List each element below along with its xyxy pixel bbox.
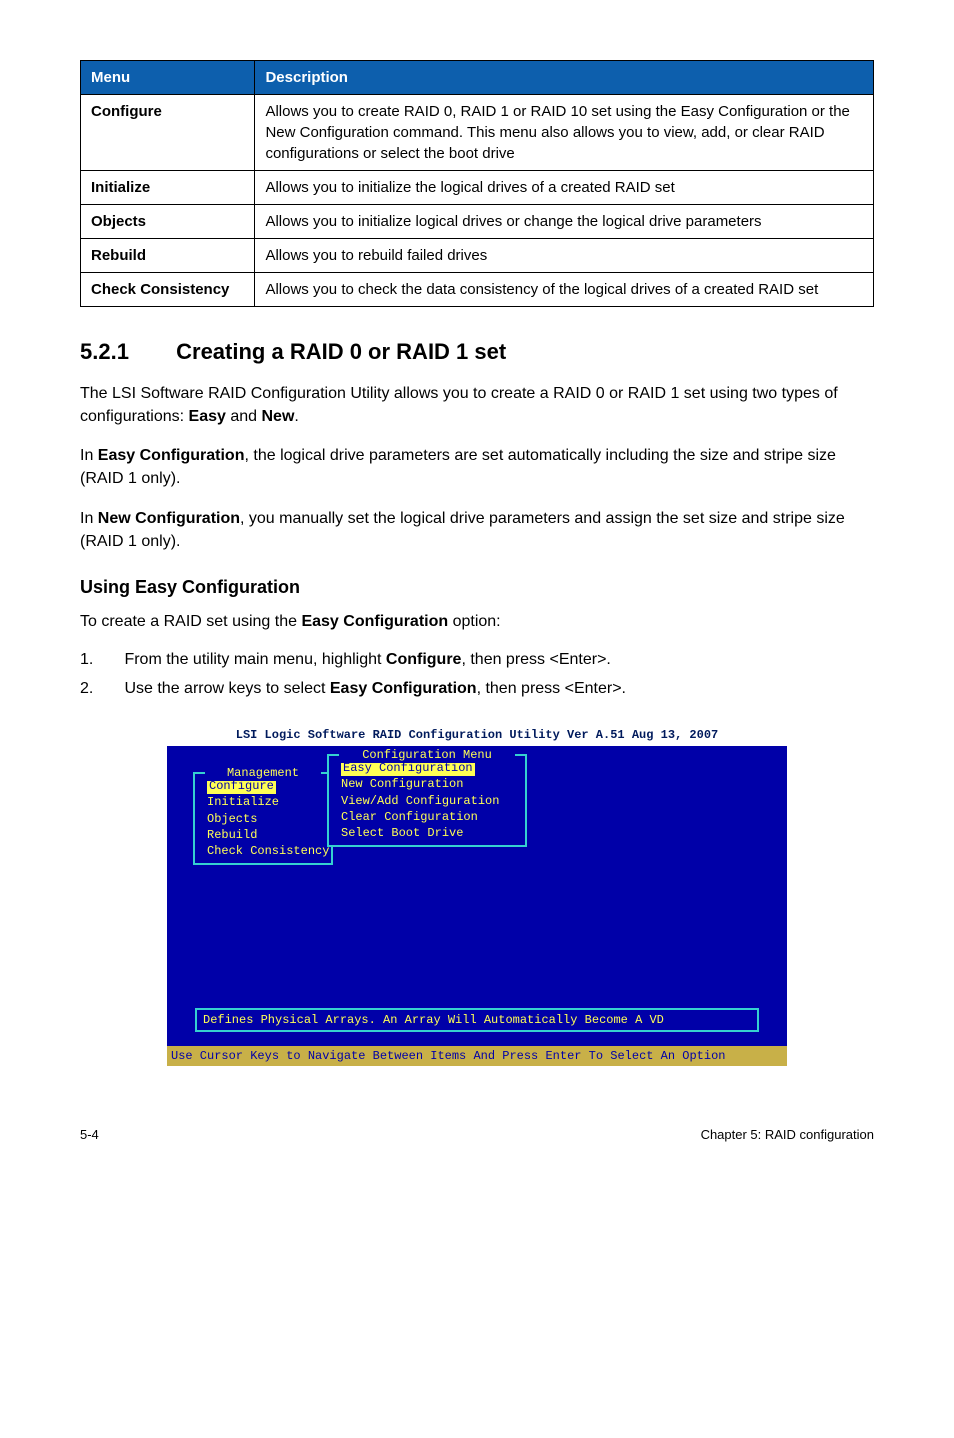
subheading: Using Easy Configuration [80,575,874,600]
cell-menu: Configure [81,95,255,171]
management-menu-title: Management [205,765,321,781]
th-menu: Menu [81,61,255,95]
page-number: 5-4 [80,1126,99,1144]
cell-desc: Allows you to create RAID 0, RAID 1 or R… [255,95,874,171]
cell-desc: Allows you to rebuild failed drives [255,239,874,273]
terminal-screenshot: LSI Logic Software RAID Configuration Ut… [167,724,787,1066]
section-title: Creating a RAID 0 or RAID 1 set [176,339,506,364]
cell-menu: Objects [81,205,255,239]
cell-menu: Rebuild [81,239,255,273]
menu-item-select-boot-drive[interactable]: Select Boot Drive [341,825,513,841]
paragraph: The LSI Software RAID Configuration Util… [80,382,874,428]
table-row: Configure Allows you to create RAID 0, R… [81,95,874,171]
paragraph: In New Configuration, you manually set t… [80,507,874,553]
table-row: Objects Allows you to initialize logical… [81,205,874,239]
table-row: Rebuild Allows you to rebuild failed dri… [81,239,874,273]
paragraph: In Easy Configuration, the logical drive… [80,444,874,490]
menu-description-table: Menu Description Configure Allows you to… [80,60,874,307]
page-footer: 5-4 Chapter 5: RAID configuration [80,1126,874,1144]
paragraph: To create a RAID set using the Easy Conf… [80,610,874,633]
chapter-label: Chapter 5: RAID configuration [701,1126,874,1144]
th-description: Description [255,61,874,95]
list-item: 2. Use the arrow keys to select Easy Con… [80,678,874,700]
cell-menu: Check Consistency [81,273,255,307]
menu-item-clear-configuration[interactable]: Clear Configuration [341,809,513,825]
menu-item-initialize[interactable]: Initialize [207,794,319,810]
menu-item-view-add-configuration[interactable]: View/Add Configuration [341,793,513,809]
management-menu: Management Configure Initialize Objects … [193,772,333,865]
steps-list: 1. From the utility main menu, highlight… [80,649,874,700]
configuration-menu: Configuration Menu Easy Configuration Ne… [327,754,527,847]
table-row: Initialize Allows you to initialize the … [81,171,874,205]
terminal-status: Use Cursor Keys to Navigate Between Item… [167,1046,787,1066]
terminal-description: Defines Physical Arrays. An Array Will A… [195,1008,759,1032]
list-item: 1. From the utility main menu, highlight… [80,649,874,671]
menu-item-new-configuration[interactable]: New Configuration [341,776,513,792]
cell-desc: Allows you to check the data consistency… [255,273,874,307]
section-number: 5.2.1 [80,337,170,368]
terminal-screen: Management Configure Initialize Objects … [167,746,787,1046]
menu-item-objects[interactable]: Objects [207,811,319,827]
section-heading: 5.2.1 Creating a RAID 0 or RAID 1 set [80,337,874,368]
table-row: Check Consistency Allows you to check th… [81,273,874,307]
menu-item-rebuild[interactable]: Rebuild [207,827,319,843]
cell-desc: Allows you to initialize the logical dri… [255,171,874,205]
cell-menu: Initialize [81,171,255,205]
terminal-title: LSI Logic Software RAID Configuration Ut… [167,724,787,746]
menu-item-check-consistency[interactable]: Check Consistency [207,843,319,859]
configuration-menu-title: Configuration Menu [339,747,515,763]
cell-desc: Allows you to initialize logical drives … [255,205,874,239]
